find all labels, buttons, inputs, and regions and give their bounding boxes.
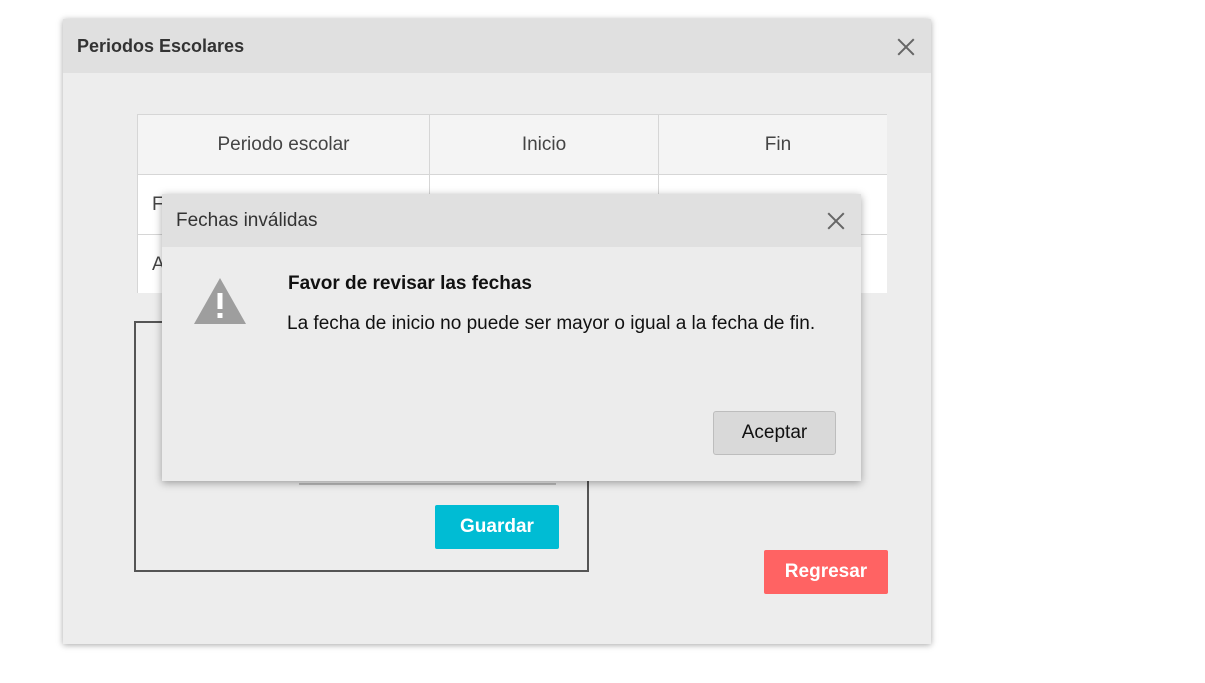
dialog-title: Periodos Escolares bbox=[77, 36, 245, 56]
table-header-row: Periodo escolar Inicio Fin bbox=[137, 114, 887, 175]
invalid-dates-alert: Fechas inválidas Favor de revisar las fe… bbox=[162, 194, 861, 481]
alert-header: Fechas inválidas bbox=[162, 194, 861, 247]
close-icon[interactable] bbox=[895, 36, 917, 58]
accept-button[interactable]: Aceptar bbox=[713, 411, 836, 455]
close-icon[interactable] bbox=[825, 210, 847, 232]
alert-heading: Favor de revisar las fechas bbox=[288, 273, 532, 294]
alert-title: Fechas inválidas bbox=[176, 210, 318, 231]
column-header-periodo[interactable]: Periodo escolar bbox=[137, 114, 430, 175]
column-header-inicio[interactable]: Inicio bbox=[429, 114, 659, 175]
warning-icon bbox=[194, 278, 246, 324]
column-header-fin[interactable]: Fin bbox=[658, 114, 887, 175]
back-button[interactable]: Regresar bbox=[764, 550, 888, 594]
save-button[interactable]: Guardar bbox=[435, 505, 559, 549]
dialog-header: Periodos Escolares bbox=[63, 19, 931, 73]
alert-message: La fecha de inicio no puede ser mayor o … bbox=[287, 313, 816, 334]
